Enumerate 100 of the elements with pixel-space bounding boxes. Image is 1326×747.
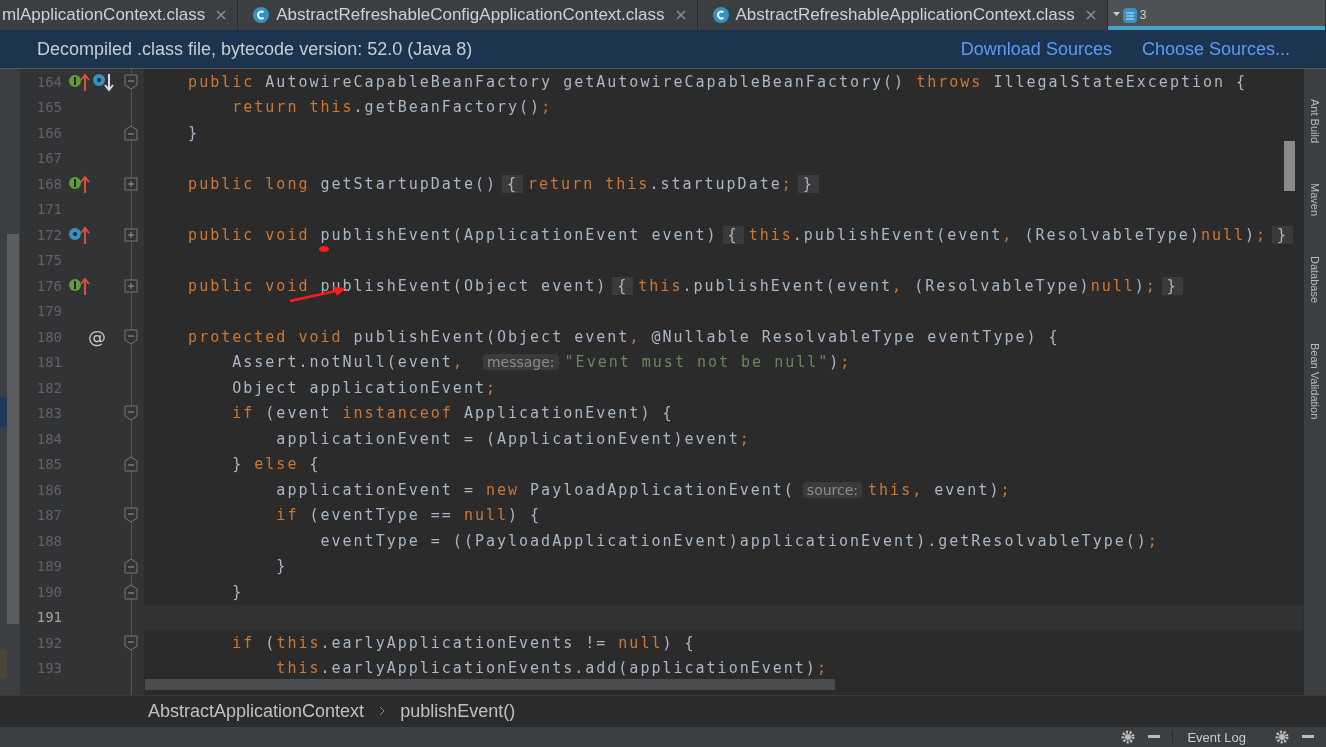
code-keyword: public	[187, 72, 256, 91]
breadcrumb[interactable]: publishEvent()	[400, 700, 516, 722]
dropdown-list-icon	[1111, 5, 1140, 25]
fold-end-icon[interactable]	[124, 124, 138, 141]
breadcrumb[interactable]: AbstractApplicationContext	[148, 700, 365, 722]
fold-icon[interactable]	[124, 73, 138, 90]
fold-end-icon[interactable]	[124, 583, 138, 600]
code-keyword: ,	[629, 327, 642, 346]
code-keyword: ;	[485, 378, 497, 397]
code-keyword: public long	[187, 174, 311, 193]
code-text: ) {	[662, 633, 696, 652]
code-text: )	[1245, 225, 1257, 244]
close-icon[interactable]	[1084, 9, 1097, 21]
code-keyword: return this	[528, 174, 650, 193]
code-text: getStartupDate()	[320, 174, 497, 193]
implements-up-arrow-icon[interactable]	[68, 173, 92, 194]
overrides-up-arrow-icon[interactable]	[68, 224, 92, 245]
code-text: event)	[934, 480, 1001, 499]
code-keyword: ;	[541, 98, 553, 117]
tool-window-tab[interactable]: Ant Build	[1309, 99, 1321, 144]
code-keyword: ;	[739, 429, 751, 448]
expand-icon[interactable]	[124, 277, 138, 294]
code-keyword: public void	[187, 276, 311, 295]
code-text: PayloadApplicationEvent(	[530, 480, 795, 499]
code-keyword: if	[275, 506, 300, 525]
code-keyword: null	[1090, 276, 1135, 295]
code-keyword: if	[231, 404, 256, 423]
implements-up-arrow-icon[interactable]	[68, 71, 92, 92]
settings-icon[interactable]	[1120, 729, 1137, 745]
tool-window-tab[interactable]: Maven	[1309, 183, 1321, 217]
tool-window-tab[interactable]: Bean Validation	[1309, 343, 1321, 420]
code-text: .publishEvent(event	[792, 225, 1003, 244]
close-icon[interactable]	[215, 9, 228, 21]
fold-icon[interactable]	[124, 328, 138, 345]
folded-code-brace: }	[1272, 225, 1294, 244]
code-keyword: throws	[916, 72, 984, 91]
code-keyword: this	[638, 276, 683, 295]
fold-icon[interactable]	[124, 507, 138, 524]
code-keyword: this	[748, 225, 793, 244]
code-keyword: ;	[816, 659, 828, 678]
folded-code-brace: {	[722, 225, 744, 244]
code-keyword: protected void	[187, 327, 344, 346]
code-text: .earlyApplicationEvents !=	[320, 633, 609, 652]
code-text: }	[187, 123, 200, 142]
source-link[interactable]: Choose Sources...	[1141, 38, 1290, 60]
code-text: applicationEvent =	[275, 480, 476, 499]
chevron-icon	[378, 705, 387, 717]
code-keyword: public void	[187, 225, 311, 244]
folded-code-brace: {	[612, 276, 634, 295]
horizontal-scrollbar[interactable]	[145, 679, 835, 690]
code-keyword: this	[276, 633, 321, 652]
code-keyword: ,	[892, 276, 905, 295]
code-keyword: ;	[1145, 276, 1157, 295]
code-text: @Nullable ResolvableType eventType) {	[651, 327, 1060, 346]
code-text: .getBeanFactory()	[353, 98, 542, 117]
code-keyword: null	[1200, 225, 1246, 244]
code-text: .earlyApplicationEvents.add(applicationEvent)	[320, 659, 817, 678]
code-text: Assert.notNull(event	[231, 353, 453, 372]
annotation-dot	[318, 245, 330, 253]
overridden-down-arrow-icon[interactable]	[92, 71, 116, 92]
code-text: IllegalStateException {	[993, 72, 1248, 91]
banner-text: Decompiled .class file, bytecode version: 52.0 (Java 8)	[37, 38, 473, 60]
code-keyword: ,	[1002, 225, 1015, 244]
scrollbar-thumb[interactable]	[7, 234, 19, 624]
code-keyword: this,	[868, 480, 925, 499]
code-text: eventType = ((PayloadApplicationEvent)applicationEvent).getResolvableType()	[319, 531, 1148, 550]
parameter-hint: message:	[482, 354, 559, 371]
code-text: publishEvent(Object event	[353, 327, 630, 346]
fold-end-icon[interactable]	[124, 456, 138, 473]
code-text: )	[1134, 276, 1146, 295]
close-icon[interactable]	[674, 9, 687, 21]
code-text: .startupDate	[649, 174, 782, 193]
code-text: {	[309, 455, 321, 474]
fold-icon[interactable]	[124, 405, 138, 422]
code-keyword: ;	[1147, 531, 1159, 550]
expand-icon[interactable]	[124, 175, 138, 192]
code-text: (ResolvableType)	[914, 276, 1091, 295]
code-keyword: ;	[840, 353, 852, 372]
event-log-tab[interactable]: Event Log	[1172, 729, 1264, 745]
code-keyword: null	[463, 506, 509, 525]
source-link[interactable]: Download Sources	[960, 38, 1112, 60]
code-keyword: return this	[231, 98, 354, 117]
code-keyword: ;	[781, 174, 793, 193]
code-keyword: new	[485, 480, 521, 499]
implements-up-arrow-icon[interactable]	[68, 275, 92, 296]
folded-code-brace: {	[502, 174, 524, 193]
code-keyword: else	[254, 455, 300, 474]
selected-item-highlight	[0, 397, 7, 427]
fold-end-icon[interactable]	[124, 558, 138, 575]
expand-icon[interactable]	[124, 226, 138, 243]
code-keyword: instanceof	[342, 404, 454, 423]
code-text: Object applicationEvent	[231, 378, 486, 397]
tab-list-button[interactable]: 3	[1107, 0, 1326, 30]
annotation-marker[interactable]: @	[88, 326, 106, 348]
vertical-scrollbar[interactable]	[1284, 141, 1295, 191]
fold-icon[interactable]	[124, 634, 138, 651]
code-text: )	[829, 353, 841, 372]
settings-icon[interactable]	[1274, 729, 1290, 745]
tool-window-tab[interactable]: Database	[1309, 256, 1321, 304]
code-text: (event	[265, 404, 333, 423]
